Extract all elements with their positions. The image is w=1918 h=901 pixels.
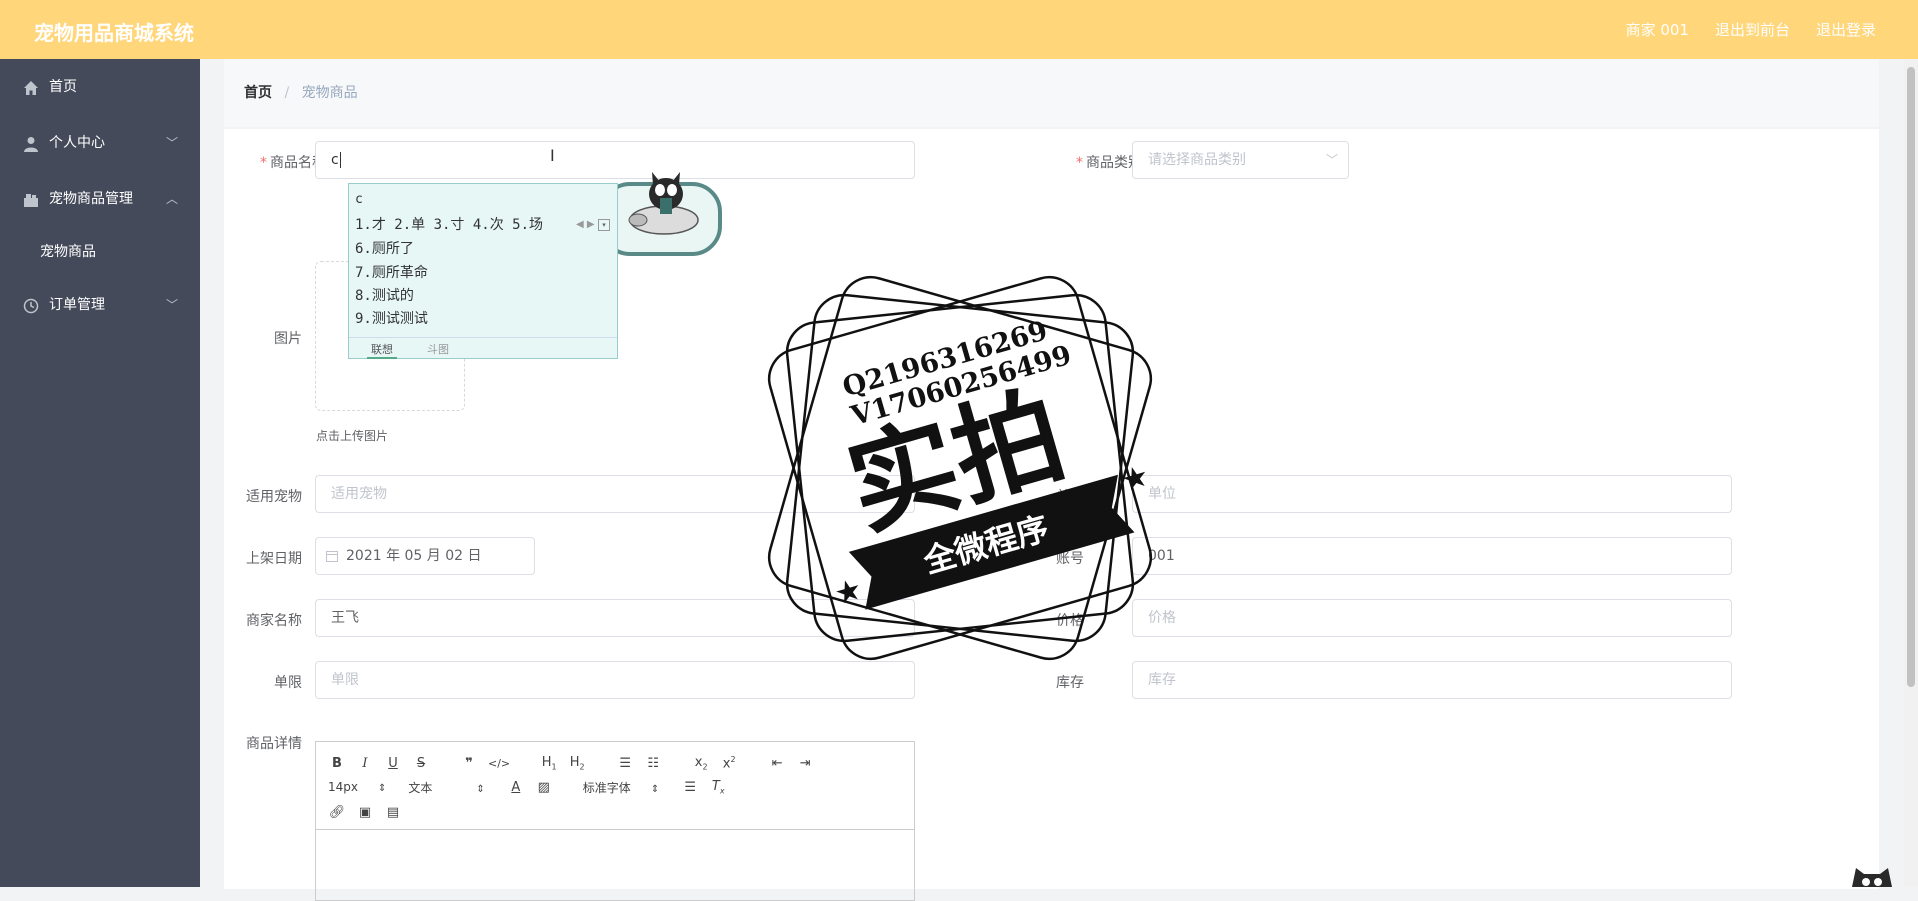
stock-input[interactable]: 库存	[1132, 661, 1732, 699]
ime-candidate[interactable]: 8.测试的	[355, 285, 414, 305]
font-size-select[interactable]: 14px ⇕	[328, 780, 386, 794]
image-icon[interactable]: ▣	[356, 805, 374, 820]
app-title: 宠物用品商城系统	[34, 21, 194, 45]
editor-toolbar: B I U S ❞ </> H1 H2 ☰ ☷ x2 x2 ⇤ ⇥ 14px⇕	[316, 742, 914, 830]
superscript-icon[interactable]: x2	[720, 755, 738, 771]
sidebar-item-label: 订单管理	[49, 297, 105, 313]
clear-format-icon[interactable]: Tx	[709, 779, 727, 796]
indent-icon[interactable]: ⇥	[796, 756, 814, 771]
format-select[interactable]: 文本 ⇕	[408, 779, 484, 796]
date-label: 上架日期	[246, 551, 302, 567]
sidebar-item-order-management[interactable]: 订单管理 ﹀	[0, 277, 200, 333]
font-family-select[interactable]: 标准字体 ⇕	[583, 779, 659, 796]
text-cursor-icon: I	[550, 146, 555, 165]
watermark-stamp: Q2196316269 V17060256499 实拍 全微程序 ★ ★	[767, 275, 1153, 661]
align-icon[interactable]: ☰	[681, 780, 699, 795]
ime-tab-association[interactable]: 联想	[367, 341, 397, 359]
strike-icon[interactable]: S	[412, 756, 430, 771]
sidebar-subitem-pet-goods[interactable]: 宠物商品	[0, 227, 200, 277]
ime-candidate[interactable]: 9.测试测试	[355, 308, 428, 328]
user-icon	[24, 137, 38, 152]
page-scrollbar[interactable]	[1904, 59, 1918, 887]
italic-icon[interactable]: I	[356, 756, 374, 771]
image-label: 图片	[274, 331, 302, 347]
heading1-icon[interactable]: H1	[540, 755, 558, 772]
unit-input[interactable]: 单位	[1132, 475, 1732, 513]
rich-text-editor: B I U S ❞ </> H1 H2 ☰ ☷ x2 x2 ⇤ ⇥ 14px⇕	[315, 741, 915, 901]
exit-to-front-link[interactable]: 退出到前台	[1715, 19, 1790, 40]
code-icon[interactable]: </>	[488, 757, 510, 770]
chevron-down-icon: ﹀	[165, 298, 178, 312]
chevron-down-icon: ﹀	[1325, 153, 1338, 167]
calendar-icon	[326, 551, 338, 562]
goods-category-label: * 商品类别	[1076, 155, 1142, 171]
ime-preedit: c	[355, 192, 363, 207]
ime-candidate-window: c 1.才 2.单 3.寸 4.次 5.场 6.厕所了 7.厕所革命 8.测试的…	[348, 183, 618, 359]
top-header: 宠物用品商城系统 商家 001 退出到前台 退出登录	[0, 0, 1918, 60]
ime-tab-stickers[interactable]: 斗图	[427, 341, 449, 357]
bold-icon[interactable]: B	[328, 756, 346, 771]
chevron-down-icon: ﹀	[165, 136, 178, 150]
sidebar-item-label: 首页	[49, 79, 77, 95]
video-icon[interactable]: ▤	[384, 805, 402, 820]
account-input[interactable]: 001	[1132, 537, 1732, 575]
merchant-account-link[interactable]: 商家 001	[1626, 19, 1689, 40]
sidebar-item-label: 个人中心	[49, 135, 105, 151]
box-icon	[24, 194, 38, 207]
page-arrows-icon[interactable]: ◀ ▶	[576, 219, 595, 230]
chevron-up-icon: ︿	[165, 192, 178, 206]
goods-category-select[interactable]: 请选择商品类别 ﹀	[1132, 141, 1349, 179]
sidebar-item-home[interactable]: 首页	[0, 59, 200, 115]
sidebar-item-label: 宠物商品管理	[49, 191, 133, 207]
clock-icon	[23, 298, 39, 314]
logout-link[interactable]: 退出登录	[1816, 19, 1876, 40]
link-icon[interactable]: 🔗︎	[328, 805, 346, 820]
merchant-label: 商家名称	[246, 613, 302, 629]
ime-candidate-row[interactable]: 1.才 2.单 3.寸 4.次 5.场	[355, 214, 543, 234]
limit-label: 单限	[274, 675, 302, 691]
blockquote-icon[interactable]: ❞	[460, 756, 478, 771]
corner-cat-mascot-icon	[1852, 868, 1892, 887]
ordered-list-icon[interactable]: ☰	[616, 756, 634, 771]
date-picker[interactable]: 2021 年 05 月 02 日	[315, 537, 535, 575]
scrollbar-thumb[interactable]	[1907, 67, 1915, 687]
breadcrumb: 首页 / 宠物商品	[224, 59, 1879, 127]
heading2-icon[interactable]: H2	[568, 755, 586, 772]
home-icon	[24, 81, 38, 95]
ime-candidate[interactable]: 6.厕所了	[355, 238, 414, 258]
goods-name-label: * 商品名称	[260, 155, 326, 171]
ime-candidate[interactable]: 7.厕所革命	[355, 262, 428, 282]
background-color-icon[interactable]: ▨	[535, 780, 553, 795]
pet-label: 适用宠物	[246, 489, 302, 505]
sidebar-item-pet-goods-management[interactable]: 宠物商品管理 ︿	[0, 171, 200, 227]
price-input[interactable]: 价格	[1132, 599, 1732, 637]
sidebar-item-personal-center[interactable]: 个人中心 ﹀	[0, 115, 200, 171]
underline-icon[interactable]: U	[384, 756, 402, 771]
outdent-icon[interactable]: ⇤	[768, 756, 786, 771]
breadcrumb-home[interactable]: 首页	[244, 85, 272, 101]
font-color-icon[interactable]: A	[507, 780, 525, 795]
ime-tab-bar: 联想 斗图	[349, 337, 617, 359]
upload-tip: 点击上传图片	[316, 429, 389, 443]
breadcrumb-current: 宠物商品	[301, 85, 358, 101]
subscript-icon[interactable]: x2	[692, 755, 710, 772]
bullet-list-icon[interactable]: ☷	[644, 756, 662, 771]
sidebar-subitem-label: 宠物商品	[40, 244, 96, 260]
ime-cat-mascot-icon	[628, 172, 699, 235]
goods-name-input[interactable]: c	[315, 141, 915, 179]
svg-text:★: ★	[831, 572, 867, 613]
breadcrumb-separator: /	[284, 85, 290, 101]
top-links: 商家 001 退出到前台 退出登录	[1626, 19, 1876, 40]
expand-candidates-icon[interactable]: ▾	[598, 219, 610, 231]
detail-label: 商品详情	[246, 736, 302, 752]
sidebar: 首页 个人中心 ﹀ 宠物商品管理 ︿ 宠物商品 订单管理 ﹀	[0, 59, 200, 887]
